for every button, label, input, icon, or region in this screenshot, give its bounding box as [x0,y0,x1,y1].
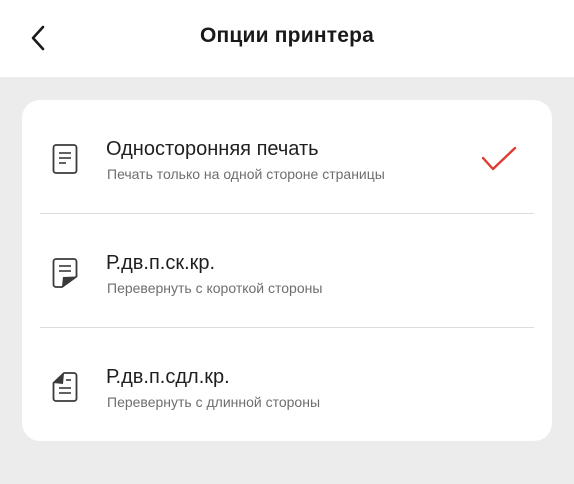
option-title: Односторонняя печать [106,138,319,160]
option-subtitle: Перевернуть с длинной стороны [107,394,321,410]
document-flip-short-edge-icon [52,258,78,288]
checkmark-icon [481,146,517,171]
option-title: Р.дв.п.сдл.кр. [106,366,230,388]
document-flip-long-edge-icon [52,372,78,402]
option-flip-long-edge[interactable]: Р.дв.п.сдл.кр. Перевернуть с длинной сто… [22,328,552,441]
page-title: Опции принтера [200,24,374,47]
option-subtitle: Перевернуть с короткой стороны [107,280,323,296]
document-single-side-icon [52,144,78,174]
print-options-card: Односторонняя печать Печать только на од… [22,100,552,441]
header-bar: Опции принтера [0,0,574,77]
option-subtitle: Печать только на одной стороне страницы [107,166,385,182]
option-single-side[interactable]: Односторонняя печать Печать только на од… [22,100,552,213]
option-title: Р.дв.п.ск.кр. [106,252,216,274]
option-flip-short-edge[interactable]: Р.дв.п.ск.кр. Перевернуть с короткой сто… [22,214,552,327]
